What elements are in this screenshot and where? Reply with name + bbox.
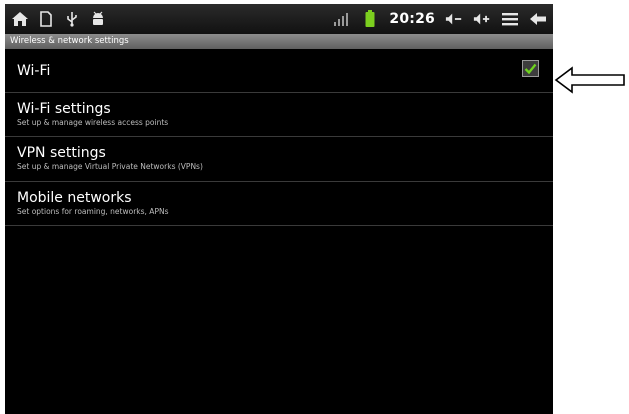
- check-icon: [524, 63, 537, 74]
- wifi-settings-title: Wi-Fi settings: [17, 101, 111, 117]
- outline-arrow-left-icon: [554, 66, 625, 94]
- wifi-label: Wi-Fi: [17, 63, 51, 79]
- sd-card-icon: [37, 10, 55, 28]
- volume-up-icon[interactable]: [473, 10, 491, 28]
- signal-icon: [333, 10, 351, 28]
- battery-icon: [361, 10, 379, 28]
- status-clock: 20:26: [389, 11, 435, 27]
- mobile-networks-row[interactable]: Mobile networks Set options for roaming,…: [5, 182, 553, 226]
- mobile-networks-title: Mobile networks: [17, 190, 132, 206]
- wifi-settings-row[interactable]: Wi-Fi settings Set up & manage wireless …: [5, 93, 553, 137]
- usb-icon: [63, 10, 81, 28]
- status-icons-left: [11, 9, 107, 29]
- wifi-checkbox[interactable]: [522, 60, 539, 77]
- device-screen: 20:26 Wireless & network settings Wi-Fi …: [5, 4, 553, 414]
- back-icon[interactable]: [529, 10, 547, 28]
- home-icon: [11, 10, 29, 28]
- status-icons-right: 20:26: [333, 9, 547, 29]
- android-debug-icon: [89, 10, 107, 28]
- vpn-settings-summary: Set up & manage Virtual Private Networks…: [17, 162, 203, 171]
- volume-down-icon[interactable]: [445, 10, 463, 28]
- page-title: Wireless & network settings: [5, 34, 553, 49]
- wifi-toggle-row[interactable]: Wi-Fi: [5, 49, 553, 93]
- menu-icon[interactable]: [501, 10, 519, 28]
- vpn-settings-row[interactable]: VPN settings Set up & manage Virtual Pri…: [5, 137, 553, 182]
- wifi-settings-summary: Set up & manage wireless access points: [17, 118, 169, 127]
- mobile-networks-summary: Set options for roaming, networks, APNs: [17, 207, 169, 216]
- status-bar: 20:26: [5, 4, 553, 34]
- vpn-settings-title: VPN settings: [17, 145, 106, 161]
